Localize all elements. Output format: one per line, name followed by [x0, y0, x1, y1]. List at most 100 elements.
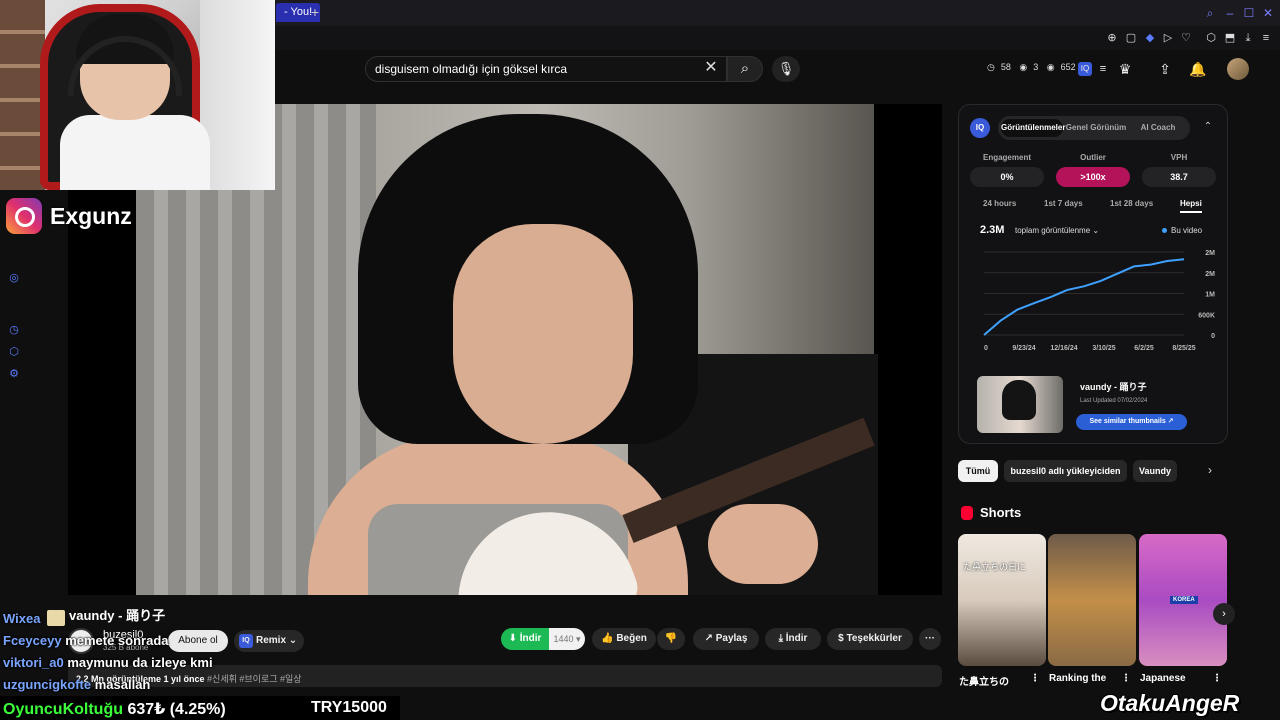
stat-a: 58: [1000, 62, 1011, 72]
range-24h[interactable]: 24 hours: [983, 199, 1016, 208]
share-button[interactable]: ↗ Paylaş: [693, 628, 759, 650]
download-label: İndir: [785, 633, 808, 644]
short-more-icon[interactable]: ⋮: [1121, 673, 1131, 684]
range-all[interactable]: Hepsi: [1180, 199, 1202, 213]
menu-icon[interactable]: ≡: [1258, 30, 1274, 46]
header-stats: ◷ 58 ◉ 3 ◉ 652: [987, 62, 1082, 73]
total-views-select[interactable]: toplam görüntülenme ⌄: [1015, 226, 1099, 235]
trophy-icon[interactable]: ♛: [1116, 60, 1134, 78]
sidebar-history-icon[interactable]: ◷: [6, 322, 22, 338]
chip-vaundy[interactable]: Vaundy: [1133, 460, 1177, 482]
total-views: 2.3M: [980, 224, 1005, 236]
search-icon: ⌕: [740, 60, 750, 77]
chart-y-tick: 2M: [1205, 250, 1215, 257]
video-title: vaundy - 踊り子: [69, 608, 166, 623]
quality-value: 1440: [553, 634, 574, 644]
range-7d[interactable]: 1st 7 days: [1044, 199, 1083, 208]
dollar-icon: $: [838, 633, 844, 644]
range-28d[interactable]: 1st 28 days: [1110, 199, 1153, 208]
clear-search-icon[interactable]: ✕: [702, 59, 720, 77]
chat-username: uzguncigkofte: [3, 677, 92, 692]
shorts-heading: Shorts: [980, 505, 1022, 520]
upload-icon[interactable]: ⇪: [1156, 60, 1174, 78]
collapse-chevron-icon[interactable]: ⌃: [1201, 121, 1215, 135]
short-more-icon[interactable]: ⋮: [1212, 673, 1222, 684]
voice-search-button[interactable]: 🎙: [772, 56, 800, 82]
short-title[interactable]: た鼻立ちの: [959, 673, 1009, 688]
screenshot-icon[interactable]: ▢: [1123, 30, 1139, 46]
shorts-icon: [961, 506, 973, 520]
like-button[interactable]: 👍 Beğen: [592, 628, 656, 650]
mic-icon: 🎙: [777, 61, 795, 76]
stat-b: 3: [1033, 62, 1039, 72]
views-chart: 2M 2M 1M 600K 0 0 9/23/24 12/16/24 3/10/25 6/2/2…: [983, 250, 1215, 352]
thumbnail-video-title: vaundy - 踊り子: [1080, 382, 1147, 392]
ticker-price: TRY15000: [311, 699, 387, 716]
browser-search-icon[interactable]: ⌕: [1202, 5, 1218, 21]
search-input[interactable]: disguisem olmadığı için göksel kırca: [375, 62, 567, 76]
chat-message: Fceyceyy memete sonrada: [3, 633, 169, 648]
play-icon[interactable]: ▷: [1160, 30, 1176, 46]
tab-ai-coach[interactable]: AI Coach: [1130, 119, 1186, 137]
chip-uploader[interactable]: buzesil0 adlı yükleyiciden: [1004, 460, 1127, 482]
chart-x-ticks: 0 9/23/24 12/16/24 3/10/25 6/2/25 8/25/25: [984, 345, 1196, 352]
downloads-icon[interactable]: ⤓: [1240, 30, 1256, 46]
short-title[interactable]: Ranking the: [1049, 673, 1106, 684]
new-tab-button[interactable]: +: [306, 4, 324, 22]
close-button[interactable]: ✕: [1260, 5, 1276, 21]
tab-overview[interactable]: Genel Görünüm: [1064, 119, 1128, 137]
chart-y-tick: 2M: [1205, 271, 1215, 278]
short-thumbnail[interactable]: [958, 534, 1046, 666]
list-icon[interactable]: ≡: [1094, 60, 1112, 78]
short-title[interactable]: Japanese: [1140, 673, 1186, 684]
thanks-button[interactable]: $ Teşekkürler: [827, 628, 913, 650]
dislike-button[interactable]: 👎: [657, 628, 685, 650]
short-more-icon[interactable]: ⋮: [1030, 673, 1040, 684]
quality-select[interactable]: 1440 ▾: [549, 628, 585, 650]
chevron-right-icon[interactable]: ›: [1202, 463, 1218, 479]
thumbs-down-icon: 👎: [664, 633, 678, 644]
minimize-button[interactable]: –: [1222, 5, 1238, 21]
chart-y-ticks: 2M 2M 1M 600K 0: [1198, 250, 1215, 340]
chat-message: viktori_a0 maymunu da izleye kmi: [3, 655, 213, 670]
chart-y-tick: 0: [1211, 333, 1215, 340]
ticker-value: 637₺ (4.25%): [127, 701, 226, 718]
account-avatar[interactable]: [1227, 58, 1249, 80]
tab-views[interactable]: Görüntülenmeler: [1001, 119, 1065, 137]
notifications-bell-icon[interactable]: 🔔: [1189, 60, 1207, 78]
extensions-icon[interactable]: ⬡: [1203, 30, 1219, 46]
webcam-shelf: [0, 0, 45, 190]
share-icon: ↗: [704, 633, 713, 644]
chat-text: masallah: [94, 677, 151, 692]
metric-engagement-value: 0%: [970, 167, 1044, 187]
search-button[interactable]: ⌕: [727, 56, 763, 82]
chip-all[interactable]: Tümü: [958, 460, 998, 482]
sidebar-gear-icon[interactable]: ⚙: [6, 366, 22, 382]
last-updated: Last Updated 07/02/2024: [1080, 398, 1148, 404]
pin-icon[interactable]: ⊕: [1104, 30, 1120, 46]
video-thumbnail[interactable]: [977, 376, 1063, 433]
chat-username: Wixea: [3, 611, 41, 626]
maximize-button[interactable]: ☐: [1241, 5, 1257, 21]
hashtags[interactable]: #신세휘 #브이로그 #일상: [205, 674, 302, 684]
sidebar-target-icon[interactable]: ◎: [6, 270, 22, 286]
sidebar-puzzle-icon[interactable]: ⬡: [6, 344, 22, 360]
more-actions-button[interactable]: ···: [919, 628, 941, 650]
similar-thumbnails-button[interactable]: See similar thumbnails ↗: [1076, 414, 1187, 430]
vidiq-icon[interactable]: IQ: [1078, 62, 1092, 76]
subscribe-button[interactable]: Abone ol: [168, 630, 228, 652]
split-view-icon[interactable]: ⬒: [1222, 30, 1238, 46]
short-thumbnail[interactable]: [1048, 534, 1136, 666]
download-green-button[interactable]: ⬇ İndir: [501, 628, 549, 650]
chat-message: Wixea: [3, 611, 40, 626]
download-button[interactable]: ⤓ İndir: [765, 628, 821, 650]
heart-icon[interactable]: ♡: [1178, 30, 1194, 46]
eye-icon: ◉: [1019, 62, 1028, 72]
thanks-label: Teşekkürler: [846, 633, 902, 644]
shield-icon[interactable]: ◆: [1142, 30, 1158, 46]
chat-text: memete sonrada: [65, 633, 169, 648]
metric-outlier-value: >100x: [1056, 167, 1130, 187]
shorts-next-button[interactable]: ›: [1213, 603, 1235, 625]
thumbs-up-icon: 👍: [601, 633, 614, 644]
chart-x-tick: 9/23/24: [1012, 345, 1035, 352]
